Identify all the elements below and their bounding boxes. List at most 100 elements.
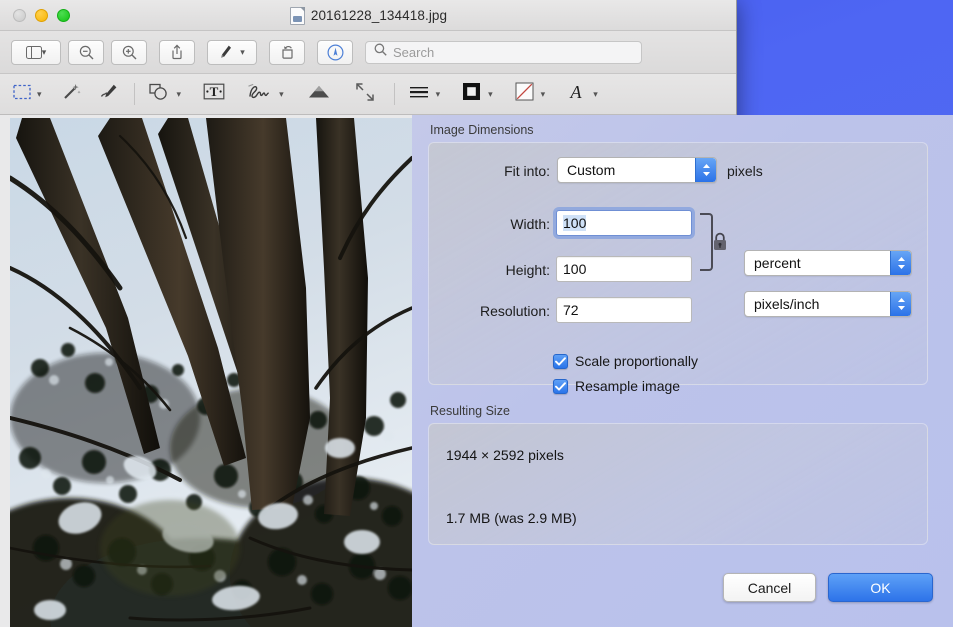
chevron-down-icon: ▾ bbox=[436, 90, 441, 99]
rotate-icon bbox=[280, 44, 295, 60]
shape-style-button[interactable]: ▾ bbox=[406, 79, 444, 109]
resolution-unit-value: pixels/inch bbox=[754, 296, 819, 312]
scale-proportionally-checkbox[interactable] bbox=[553, 354, 568, 369]
desktop-background: 20161228_134418.jpg ▾ bbox=[0, 0, 953, 627]
ok-button-label: OK bbox=[870, 580, 890, 596]
lock-icon bbox=[712, 232, 728, 257]
svg-text:T: T bbox=[210, 84, 219, 99]
fill-color-button[interactable]: ▾ bbox=[512, 79, 549, 109]
fill-color-icon bbox=[515, 82, 534, 106]
zoom-in-button[interactable] bbox=[111, 40, 147, 65]
sign-button[interactable]: ▾ bbox=[244, 79, 287, 109]
scale-proportionally-row[interactable]: Scale proportionally bbox=[553, 353, 698, 369]
rectangular-selection-button[interactable]: ▾ bbox=[10, 79, 45, 109]
width-label: Width: bbox=[460, 216, 550, 232]
share-button[interactable] bbox=[159, 40, 195, 65]
size-unit-value: percent bbox=[754, 255, 801, 271]
adjust-size-button[interactable] bbox=[352, 79, 378, 109]
adjust-color-icon bbox=[307, 83, 331, 105]
chevron-down-icon: ▾ bbox=[177, 90, 182, 99]
markup-toolbar: ▾ bbox=[0, 74, 737, 115]
toolbar-separator bbox=[134, 83, 135, 105]
sketch-pencil-icon bbox=[100, 83, 120, 106]
chevron-down-icon: ▾ bbox=[541, 90, 546, 99]
chevron-down-icon: ▾ bbox=[279, 90, 284, 99]
scale-proportionally-label: Scale proportionally bbox=[575, 353, 698, 369]
image-canvas bbox=[0, 115, 412, 627]
search-input[interactable]: Search bbox=[365, 41, 642, 64]
markup-pen-icon bbox=[219, 44, 233, 60]
fit-into-value: Custom bbox=[567, 162, 615, 178]
height-input[interactable]: 100 bbox=[556, 256, 692, 282]
border-color-button[interactable]: ▾ bbox=[459, 79, 496, 109]
height-value: 100 bbox=[563, 261, 586, 277]
sidebar-toggle-button[interactable]: ▾ bbox=[11, 40, 61, 65]
search-placeholder: Search bbox=[393, 45, 434, 60]
border-color-icon bbox=[462, 82, 481, 106]
main-toolbar: ▾ bbox=[0, 31, 737, 74]
resolution-unit-select[interactable]: pixels/inch bbox=[744, 291, 912, 317]
chevron-down-icon: ▾ bbox=[593, 90, 598, 99]
chevron-down-icon: ▾ bbox=[42, 48, 47, 57]
adjust-size-icon bbox=[355, 82, 375, 107]
resolution-value: 72 bbox=[563, 302, 579, 318]
svg-text:A: A bbox=[570, 82, 583, 102]
annotate-button[interactable] bbox=[317, 40, 353, 65]
fit-into-select[interactable]: Custom bbox=[557, 157, 717, 183]
rectangular-selection-icon bbox=[13, 84, 31, 105]
jpeg-document-icon bbox=[290, 7, 305, 25]
resolution-input[interactable]: 72 bbox=[556, 297, 692, 323]
chevron-down-icon: ▾ bbox=[488, 90, 493, 99]
cancel-button[interactable]: Cancel bbox=[723, 573, 816, 602]
resample-image-row[interactable]: Resample image bbox=[553, 378, 680, 394]
tree-photo-svg bbox=[10, 118, 412, 627]
height-label: Height: bbox=[454, 262, 550, 278]
toolbar-separator bbox=[394, 83, 395, 105]
text-style-button[interactable]: A ▾ bbox=[564, 79, 601, 109]
chevron-down-icon: ▾ bbox=[37, 90, 42, 99]
photograph-trees bbox=[10, 118, 412, 627]
width-input[interactable]: 100 bbox=[556, 210, 692, 236]
zoom-out-icon bbox=[79, 45, 94, 60]
sidebar-icon bbox=[26, 46, 42, 59]
image-dimensions-title: Image Dimensions bbox=[430, 123, 534, 137]
search-icon bbox=[374, 43, 387, 61]
magic-wand-icon bbox=[62, 82, 81, 106]
cancel-button-label: Cancel bbox=[748, 580, 792, 596]
width-value: 100 bbox=[563, 215, 586, 231]
resolution-unit-stepper[interactable] bbox=[890, 292, 911, 316]
resample-image-checkbox[interactable] bbox=[553, 379, 568, 394]
sketch-button[interactable] bbox=[97, 79, 123, 109]
text-box-icon: T bbox=[203, 82, 225, 106]
share-icon bbox=[170, 44, 184, 60]
fit-into-unit: pixels bbox=[727, 163, 763, 179]
zoom-in-icon bbox=[122, 45, 137, 60]
signature-icon bbox=[247, 82, 273, 106]
window-titlebar: 20161228_134418.jpg bbox=[0, 0, 737, 31]
adjust-color-button[interactable] bbox=[304, 79, 334, 109]
resize-image-dialog: Image Dimensions Fit into: Custom pixels… bbox=[412, 115, 953, 627]
text-button[interactable]: T bbox=[200, 79, 228, 109]
shapes-icon bbox=[149, 83, 171, 106]
window-title: 20161228_134418.jpg bbox=[311, 8, 447, 23]
shape-style-lines-icon bbox=[409, 85, 429, 104]
rotate-left-button[interactable] bbox=[269, 40, 305, 65]
ok-button[interactable]: OK bbox=[828, 573, 933, 602]
resulting-size-group bbox=[428, 423, 928, 545]
resolution-label: Resolution: bbox=[420, 303, 550, 319]
text-style-icon: A bbox=[567, 82, 587, 107]
annotate-circle-icon bbox=[327, 44, 344, 61]
fit-into-label: Fit into: bbox=[462, 163, 550, 179]
zoom-out-button[interactable] bbox=[68, 40, 104, 65]
size-unit-select[interactable]: percent bbox=[744, 250, 912, 276]
chevron-down-icon: ▾ bbox=[240, 48, 245, 57]
resample-image-label: Resample image bbox=[575, 378, 680, 394]
markup-button[interactable]: ▾ bbox=[207, 40, 257, 65]
shapes-button[interactable]: ▾ bbox=[146, 79, 185, 109]
fit-into-stepper[interactable] bbox=[695, 158, 716, 182]
instant-alpha-button[interactable] bbox=[59, 79, 85, 109]
size-unit-stepper[interactable] bbox=[890, 251, 911, 275]
resulting-dimensions: 1944 × 2592 pixels bbox=[446, 447, 564, 463]
resulting-size-title: Resulting Size bbox=[430, 404, 510, 418]
proportion-lock-group bbox=[700, 213, 740, 273]
